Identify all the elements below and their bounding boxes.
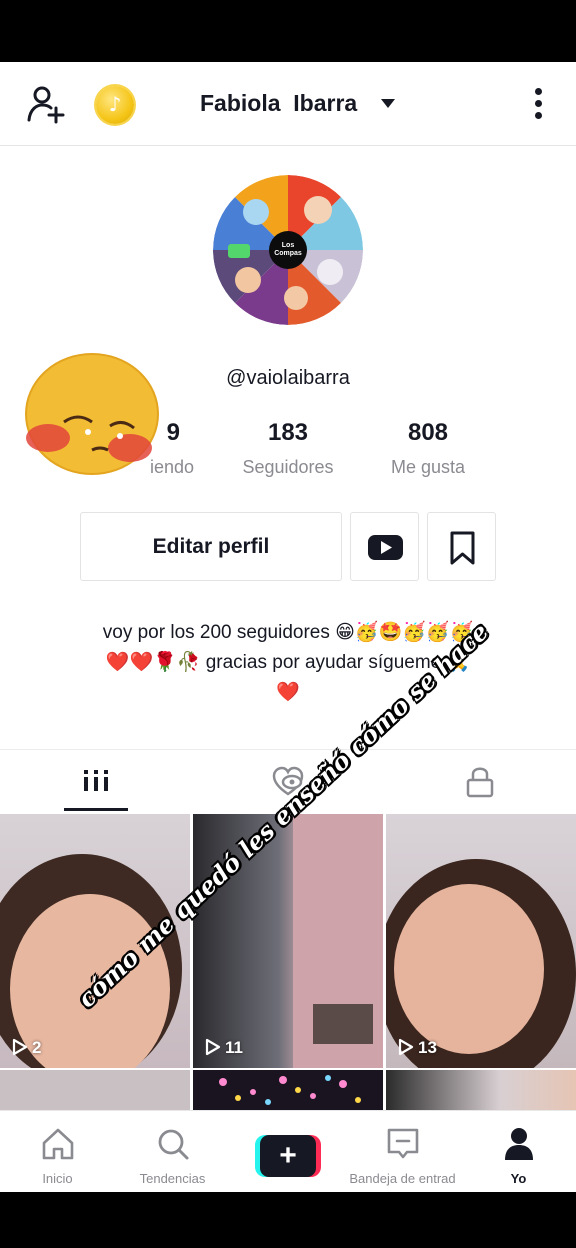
- followers-count[interactable]: 183: [218, 419, 358, 447]
- tab-videos[interactable]: [0, 750, 192, 814]
- grid-icon: [84, 770, 108, 791]
- play-icon: [205, 1038, 221, 1056]
- bookmark-icon: [450, 531, 475, 565]
- nav-me[interactable]: Yo: [461, 1111, 576, 1192]
- active-tab-indicator: [64, 808, 128, 811]
- add-friend-icon[interactable]: [26, 84, 68, 126]
- video-thumbnail[interactable]: [386, 1070, 576, 1110]
- play-icon: [12, 1038, 28, 1056]
- inbox-icon: [387, 1128, 419, 1159]
- nav-label: Yo: [510, 1171, 527, 1186]
- bio: voy por los 200 seguidores 😁🥳🤩🥳🥳🥳 ❤️❤️🌹🥀…: [0, 618, 576, 708]
- likes-count: 808: [407, 419, 449, 446]
- edit-profile-button[interactable]: Editar perfil: [80, 512, 342, 581]
- nav-label: Bandeja de entrad: [349, 1171, 456, 1186]
- nav-discover[interactable]: Tendencias: [115, 1111, 230, 1192]
- hearts-pattern: [219, 1075, 361, 1105]
- face-shape: [394, 884, 544, 1054]
- video-thumbnail[interactable]: [0, 1070, 190, 1110]
- bottom-nav: Inicio Tendencias + Bandeja de entrad Yo: [0, 1110, 576, 1192]
- profile-icon: [505, 1128, 533, 1160]
- nav-home[interactable]: Inicio: [0, 1111, 115, 1192]
- avatar-center-logo: Los Compas: [269, 231, 307, 269]
- video-thumbnail[interactable]: [193, 1070, 383, 1110]
- favorites-button[interactable]: [427, 512, 496, 581]
- account-switcher-title[interactable]: Fabiola Ibarra: [200, 90, 357, 117]
- bio-line: ❤️: [276, 682, 300, 703]
- plus-icon: +: [260, 1135, 316, 1177]
- play-icon: [398, 1038, 414, 1056]
- youtube-icon: [368, 535, 403, 560]
- view-count: 11: [205, 1038, 243, 1058]
- video-thumbnail[interactable]: 13: [386, 814, 576, 1068]
- likes-label: Me gusta: [390, 457, 466, 477]
- create-button[interactable]: +: [255, 1135, 321, 1177]
- top-bar: ♪ Fabiola Ibarra: [0, 62, 576, 146]
- home-icon: [42, 1128, 74, 1160]
- search-icon: [158, 1129, 189, 1160]
- nav-label: Inicio: [42, 1171, 73, 1186]
- view-count: 13: [398, 1038, 437, 1058]
- youtube-link-button[interactable]: [350, 512, 419, 581]
- followers-label[interactable]: Seguidores: [218, 457, 358, 478]
- view-count: 2: [12, 1038, 41, 1058]
- lock-icon: [466, 767, 494, 798]
- more-options-icon[interactable]: [528, 86, 548, 126]
- avatar[interactable]: Los Compas: [213, 175, 363, 325]
- chevron-down-icon[interactable]: [381, 99, 395, 108]
- nav-inbox[interactable]: Bandeja de entrad: [345, 1111, 460, 1192]
- nav-label: Tendencias: [139, 1171, 206, 1186]
- bio-line: ❤️❤️🌹🥀 gracias por ayudar sígueme 🙏: [105, 652, 471, 673]
- blushing-emoji-sticker: [25, 353, 159, 475]
- profile-screen: ♪ Fabiola Ibarra Los Compas @vaiolaibarr…: [0, 62, 576, 1192]
- tab-private[interactable]: [384, 750, 576, 814]
- furniture: [313, 1004, 373, 1044]
- coin-icon[interactable]: ♪: [96, 86, 134, 124]
